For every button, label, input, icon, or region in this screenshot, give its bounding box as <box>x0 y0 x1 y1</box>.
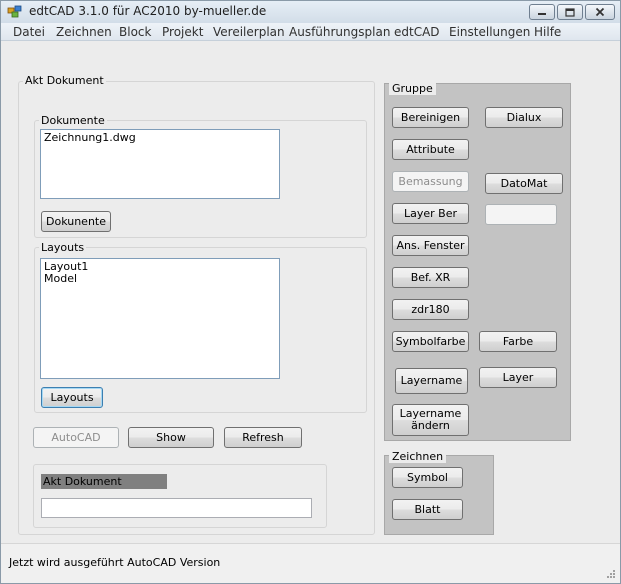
layer-button[interactable]: Layer <box>479 367 557 388</box>
status-bar: Jetzt wird ausgeführt AutoCAD Version <box>1 543 620 583</box>
zdr180-button[interactable]: zdr180 <box>392 299 469 320</box>
window-title: edtCAD 3.1.0 für AC2010 by-mueller.de <box>29 4 267 18</box>
list-item[interactable]: Zeichnung1.dwg <box>44 132 276 144</box>
bereinigen-button[interactable]: Bereinigen <box>392 107 469 128</box>
menu-ausfuehrungsplan[interactable]: Ausführungsplan <box>289 25 390 39</box>
menu-einstellungen[interactable]: Einstellungen <box>449 25 530 39</box>
akt-dokument-label: Akt Dokument <box>41 474 167 489</box>
refresh-button[interactable]: Refresh <box>224 427 302 448</box>
symbol-button[interactable]: Symbol <box>392 467 463 488</box>
menu-zeichnen[interactable]: Zeichnen <box>56 25 112 39</box>
minimize-icon <box>538 13 546 15</box>
farbe-button[interactable]: Farbe <box>479 331 557 352</box>
status-text: Jetzt wird ausgeführt AutoCAD Version <box>9 556 221 569</box>
layername-aendern-button[interactable]: Layername ändern <box>392 404 469 436</box>
menu-vereilerplan[interactable]: Vereilerplan <box>213 25 285 39</box>
layouts-list[interactable]: Layout1 Model <box>40 258 280 379</box>
blank-button[interactable] <box>485 204 557 225</box>
akt-dokument-field[interactable] <box>41 498 312 518</box>
blatt-button[interactable]: Blatt <box>392 499 463 520</box>
autocad-button[interactable]: AutoCAD <box>33 427 119 448</box>
list-item[interactable]: Model <box>44 273 276 285</box>
bemassung-button[interactable]: Bemassung <box>392 171 469 192</box>
minimize-button[interactable] <box>529 4 555 20</box>
symbolfarbe-button[interactable]: Symbolfarbe <box>392 331 469 352</box>
bef-xr-button[interactable]: Bef. XR <box>392 267 469 288</box>
menu-datei[interactable]: Datei <box>13 25 45 39</box>
menu-projekt[interactable]: Projekt <box>162 25 203 39</box>
ans-fenster-button[interactable]: Ans. Fenster <box>392 235 469 256</box>
main-window: edtCAD 3.1.0 für AC2010 by-mueller.de Da… <box>0 0 621 584</box>
show-button[interactable]: Show <box>128 427 214 448</box>
akt-dokument-group-label: Akt Dokument <box>23 74 106 87</box>
menu-edtcad[interactable]: edtCAD <box>394 25 440 39</box>
zeichnen-label: Zeichnen <box>389 450 447 463</box>
resize-grip-icon[interactable] <box>606 569 616 579</box>
list-item[interactable]: Layout1 <box>44 261 276 273</box>
attribute-button[interactable]: Attribute <box>392 139 469 160</box>
layername-aendern-line2: ändern <box>411 419 450 432</box>
dialux-button[interactable]: Dialux <box>485 107 563 128</box>
dokumente-list[interactable]: Zeichnung1.dwg <box>40 129 280 199</box>
close-button[interactable] <box>585 4 615 20</box>
layername-button[interactable]: Layername <box>395 368 468 394</box>
dokumente-button[interactable]: Dokunente <box>41 211 111 232</box>
gruppe-label: Gruppe <box>389 82 436 95</box>
maximize-icon <box>565 7 575 17</box>
close-icon <box>595 7 605 17</box>
layouts-label: Layouts <box>39 241 87 254</box>
dokumente-label: Dokumente <box>39 114 107 127</box>
datomat-button[interactable]: DatoMat <box>485 173 563 194</box>
menu-block[interactable]: Block <box>119 25 151 39</box>
layer-ber-button[interactable]: Layer Ber <box>392 203 469 224</box>
app-icon <box>7 5 22 18</box>
menu-hilfe[interactable]: Hilfe <box>534 25 561 39</box>
menu-bar: Datei Zeichnen Block Projekt Vereilerpla… <box>1 23 620 41</box>
title-bar[interactable]: edtCAD 3.1.0 für AC2010 by-mueller.de <box>1 1 620 23</box>
maximize-button[interactable] <box>557 4 583 20</box>
layouts-button[interactable]: Layouts <box>41 387 103 408</box>
